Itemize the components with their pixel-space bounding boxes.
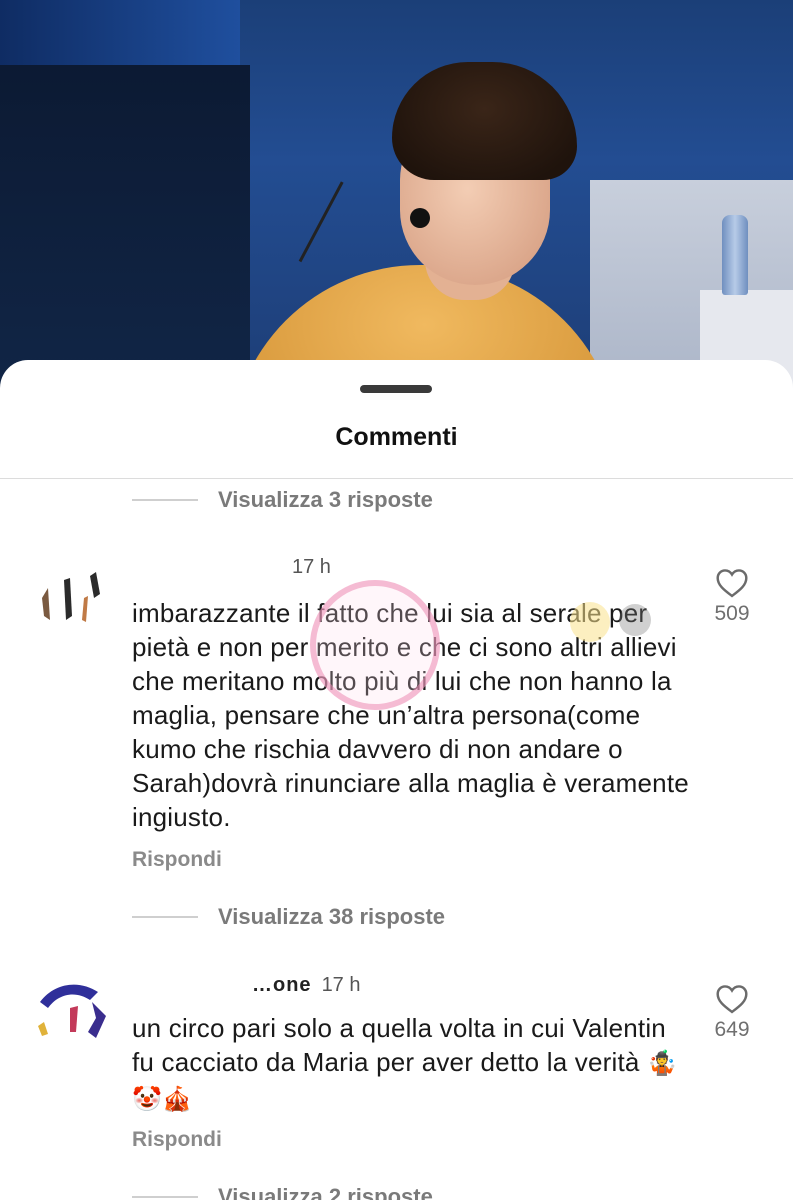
like-count: 509 bbox=[714, 602, 750, 625]
timestamp: 17 h bbox=[292, 556, 331, 578]
video-background bbox=[0, 0, 793, 400]
mic-wire bbox=[298, 181, 344, 263]
sheet-title: Commenti bbox=[335, 423, 458, 451]
headset-mic bbox=[410, 208, 430, 228]
like-count: 649 bbox=[714, 1018, 750, 1041]
view-replies-button[interactable]: Visualizza 2 risposte bbox=[132, 1184, 433, 1200]
comment-body: un circo pari solo a quella volta in cui… bbox=[132, 1013, 666, 1077]
water-bottle bbox=[722, 215, 748, 295]
view-replies-button[interactable]: Visualizza 3 risposte bbox=[132, 487, 433, 513]
comments-sheet: Commenti Visualizza 3 risposte 17 h imba… bbox=[0, 360, 793, 1200]
heart-outline-icon bbox=[706, 568, 758, 598]
studio-shadow bbox=[0, 65, 250, 400]
view-replies-label: Visualizza 38 risposte bbox=[218, 904, 446, 929]
timestamp: 17 h bbox=[321, 974, 361, 996]
view-replies-label: Visualizza 2 risposte bbox=[218, 1184, 433, 1200]
led-screen bbox=[0, 0, 240, 65]
comment-header: …one 17 h bbox=[132, 974, 361, 997]
reply-line bbox=[132, 499, 198, 501]
avatar[interactable] bbox=[30, 558, 112, 640]
person-hair bbox=[392, 62, 577, 180]
comment-text: imbarazzante il fatto che lui sia al ser… bbox=[132, 598, 689, 832]
like-button[interactable]: 509 bbox=[706, 568, 758, 626]
like-button[interactable]: 649 bbox=[706, 984, 758, 1042]
divider bbox=[0, 478, 793, 479]
avatar[interactable] bbox=[30, 972, 112, 1054]
reply-button[interactable]: Rispondi bbox=[132, 1128, 222, 1152]
drag-handle[interactable] bbox=[360, 385, 432, 393]
view-replies-label: Visualizza 3 risposte bbox=[218, 487, 433, 512]
reply-line bbox=[132, 1196, 198, 1198]
heart-outline-icon bbox=[706, 984, 758, 1014]
username[interactable]: …one bbox=[252, 974, 312, 997]
reply-line bbox=[132, 916, 198, 918]
view-replies-button[interactable]: Visualizza 38 risposte bbox=[132, 904, 445, 930]
comment-header: 17 h bbox=[132, 556, 331, 579]
reply-button[interactable]: Rispondi bbox=[132, 848, 222, 872]
comment-text: un circo pari solo a quella volta in cui… bbox=[132, 1011, 692, 1117]
